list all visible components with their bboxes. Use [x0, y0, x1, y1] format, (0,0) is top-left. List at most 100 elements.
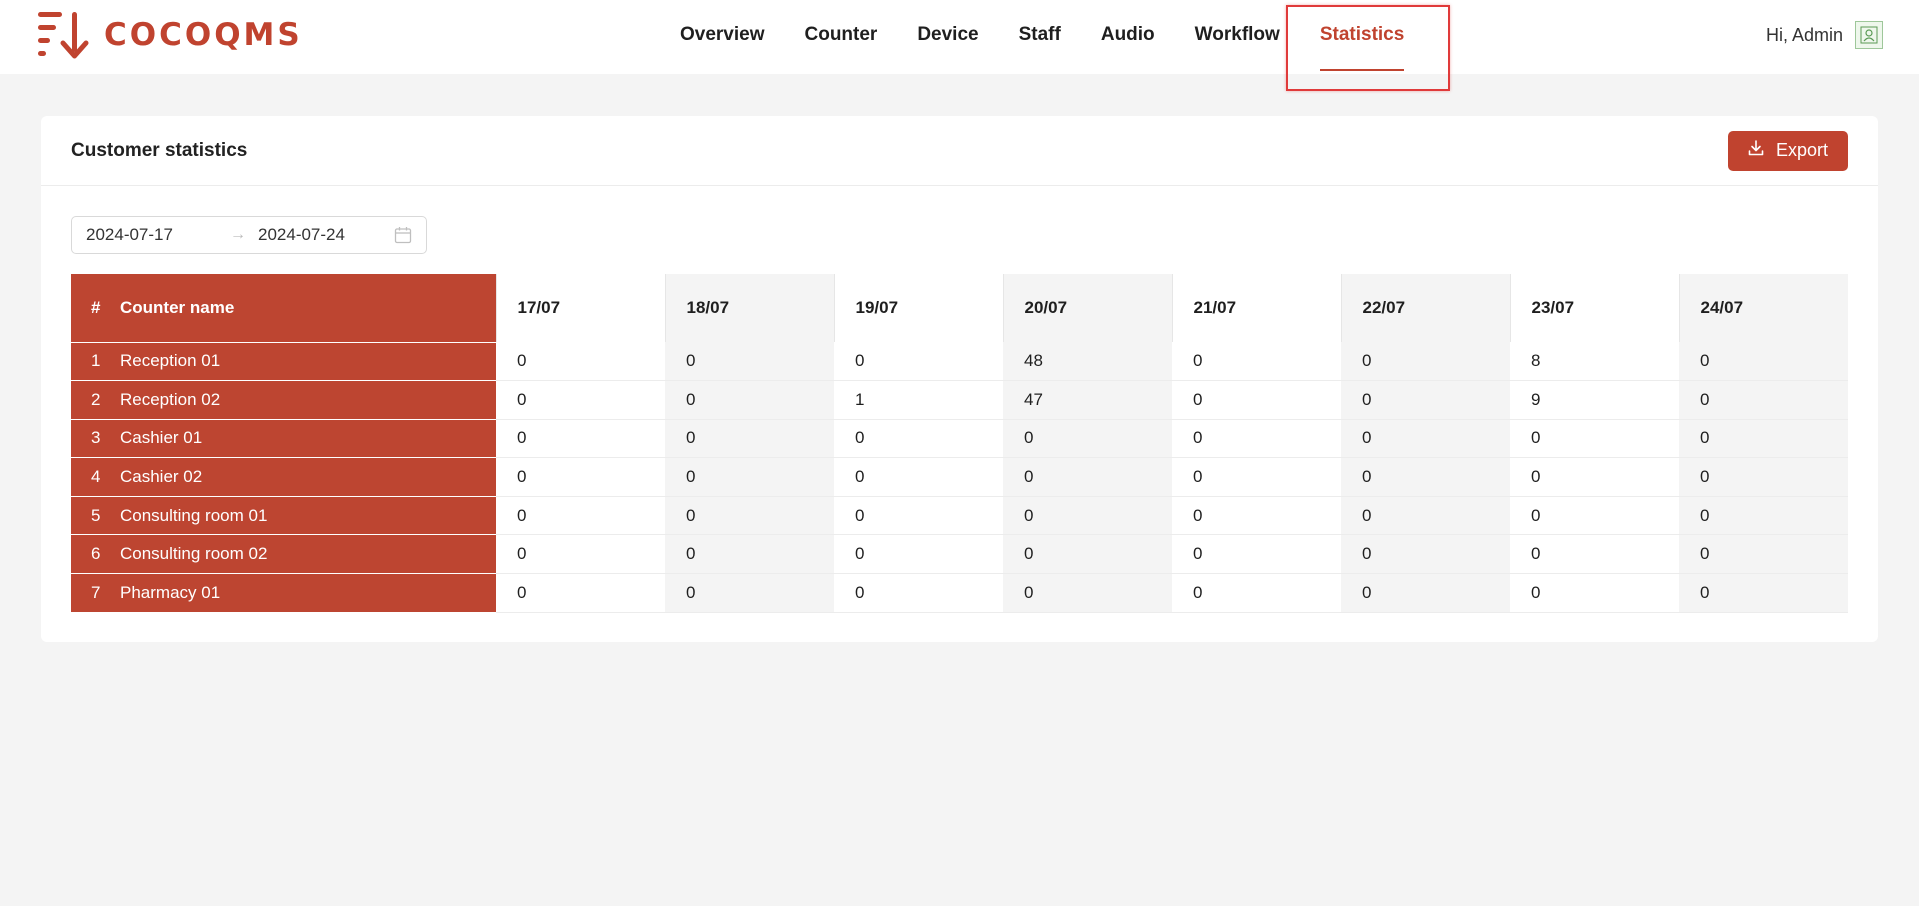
count-cell: 0	[1341, 496, 1510, 536]
count-cell: 0	[665, 380, 834, 420]
count-cell: 0	[1510, 573, 1679, 613]
count-cell: 0	[1172, 342, 1341, 382]
nav-staff[interactable]: Staff	[999, 0, 1081, 70]
count-cell: 0	[1341, 342, 1510, 382]
count-cell: 0	[665, 419, 834, 459]
header-day: 24/07	[1678, 274, 1848, 342]
row-number: 3	[71, 419, 120, 459]
card-header: Customer statistics Export	[41, 116, 1878, 186]
count-cell: 0	[1003, 457, 1172, 497]
user-menu[interactable]: Hi, Admin	[1766, 20, 1883, 50]
count-cell: 0	[1510, 496, 1679, 536]
header-day: 20/07	[1002, 274, 1172, 342]
counter-name-cell: Cashier 02	[120, 457, 496, 497]
count-cell: 0	[834, 573, 1003, 613]
table-row: 2 Reception 02 0 0 1 47 0 0 9 0	[71, 380, 1848, 420]
export-button[interactable]: Export	[1727, 130, 1848, 171]
count-cell: 0	[665, 573, 834, 613]
count-cell: 0	[1679, 496, 1848, 536]
nav-workflow[interactable]: Workflow	[1175, 0, 1300, 70]
count-cell: 0	[1003, 534, 1172, 575]
count-cell: 0	[496, 496, 665, 536]
nav-statistics[interactable]: Statistics	[1300, 0, 1424, 71]
count-cell: 0	[1172, 419, 1341, 459]
count-cell: 0	[1172, 534, 1341, 575]
count-cell: 0	[496, 380, 665, 420]
count-cell: 0	[1172, 496, 1341, 536]
count-cell: 0	[1510, 419, 1679, 459]
row-number: 6	[71, 534, 120, 575]
count-cell: 8	[1510, 342, 1679, 382]
counter-name-cell: Consulting room 01	[120, 496, 496, 536]
count-cell: 0	[665, 496, 834, 536]
count-cell: 0	[1341, 419, 1510, 459]
count-cell: 0	[1679, 573, 1848, 613]
count-cell: 0	[1679, 419, 1848, 459]
table-row: 4 Cashier 02 0 0 0 0 0 0 0 0	[71, 457, 1848, 497]
count-cell: 0	[1003, 496, 1172, 536]
app-logo[interactable]: COCOQMS	[38, 10, 303, 60]
row-number: 2	[71, 380, 120, 420]
count-cell: 0	[496, 419, 665, 459]
avatar-icon[interactable]	[1855, 21, 1883, 49]
nav-audio[interactable]: Audio	[1081, 0, 1175, 70]
download-icon	[1748, 140, 1764, 161]
count-cell: 0	[665, 534, 834, 575]
count-cell: 0	[1003, 573, 1172, 613]
start-date-input[interactable]: 2024-07-17	[86, 225, 173, 245]
header-day: 22/07	[1340, 274, 1510, 342]
count-cell: 48	[1003, 342, 1172, 382]
count-cell: 0	[665, 342, 834, 382]
row-number: 1	[71, 342, 120, 382]
count-cell: 0	[834, 534, 1003, 575]
counter-name-cell: Consulting room 02	[120, 534, 496, 575]
top-header: COCOQMS Overview Counter Device Staff Au…	[0, 0, 1919, 74]
count-cell: 9	[1510, 380, 1679, 420]
count-cell: 0	[496, 573, 665, 613]
header-day: 21/07	[1171, 274, 1341, 342]
count-cell: 0	[1510, 457, 1679, 497]
count-cell: 1	[834, 380, 1003, 420]
end-date-input[interactable]: 2024-07-24	[258, 225, 345, 245]
row-number: 5	[71, 496, 120, 536]
statistics-card: Customer statistics Export 2024-07-17 → …	[41, 116, 1878, 642]
header-counter-name: Counter name	[120, 274, 496, 343]
table-row: 7 Pharmacy 01 0 0 0 0 0 0 0 0	[71, 573, 1848, 613]
user-greeting: Hi, Admin	[1765, 24, 1843, 45]
count-cell: 0	[1679, 457, 1848, 497]
table-row: 5 Consulting room 01 0 0 0 0 0 0 0 0	[71, 496, 1848, 536]
header-day: 18/07	[664, 274, 834, 342]
row-number: 4	[71, 457, 120, 497]
counter-name-cell: Reception 02	[120, 380, 496, 420]
header-num: #	[71, 274, 120, 343]
count-cell: 0	[1679, 342, 1848, 382]
header-day: 19/07	[833, 274, 1003, 342]
count-cell: 0	[1003, 419, 1172, 459]
counter-name-cell: Reception 01	[120, 342, 496, 382]
card-title: Customer statistics	[71, 139, 248, 161]
counter-name-cell: Cashier 01	[120, 419, 496, 459]
count-cell: 0	[665, 457, 834, 497]
count-cell: 0	[1172, 457, 1341, 497]
date-range-picker[interactable]: 2024-07-17 → 2024-07-24	[71, 216, 427, 254]
table-row: 3 Cashier 01 0 0 0 0 0 0 0 0	[71, 419, 1848, 459]
nav-counter[interactable]: Counter	[785, 0, 898, 70]
count-cell: 0	[1341, 380, 1510, 420]
count-cell: 0	[1679, 380, 1848, 420]
range-arrow-icon: →	[230, 226, 246, 243]
nav-overview[interactable]: Overview	[660, 0, 785, 70]
counter-name-cell: Pharmacy 01	[120, 573, 496, 613]
count-cell: 0	[1679, 534, 1848, 575]
count-cell: 0	[1341, 534, 1510, 575]
count-cell: 47	[1003, 380, 1172, 420]
count-cell: 0	[1172, 573, 1341, 613]
table-row: 6 Consulting room 02 0 0 0 0 0 0 0 0	[71, 534, 1848, 575]
header-day: 17/07	[495, 274, 665, 342]
calendar-icon[interactable]	[394, 226, 412, 249]
brand-name: COCOQMS	[104, 17, 303, 53]
count-cell: 0	[496, 342, 665, 382]
count-cell: 0	[1172, 380, 1341, 420]
count-cell: 0	[834, 457, 1003, 497]
count-cell: 0	[1341, 573, 1510, 613]
nav-device[interactable]: Device	[897, 0, 998, 70]
